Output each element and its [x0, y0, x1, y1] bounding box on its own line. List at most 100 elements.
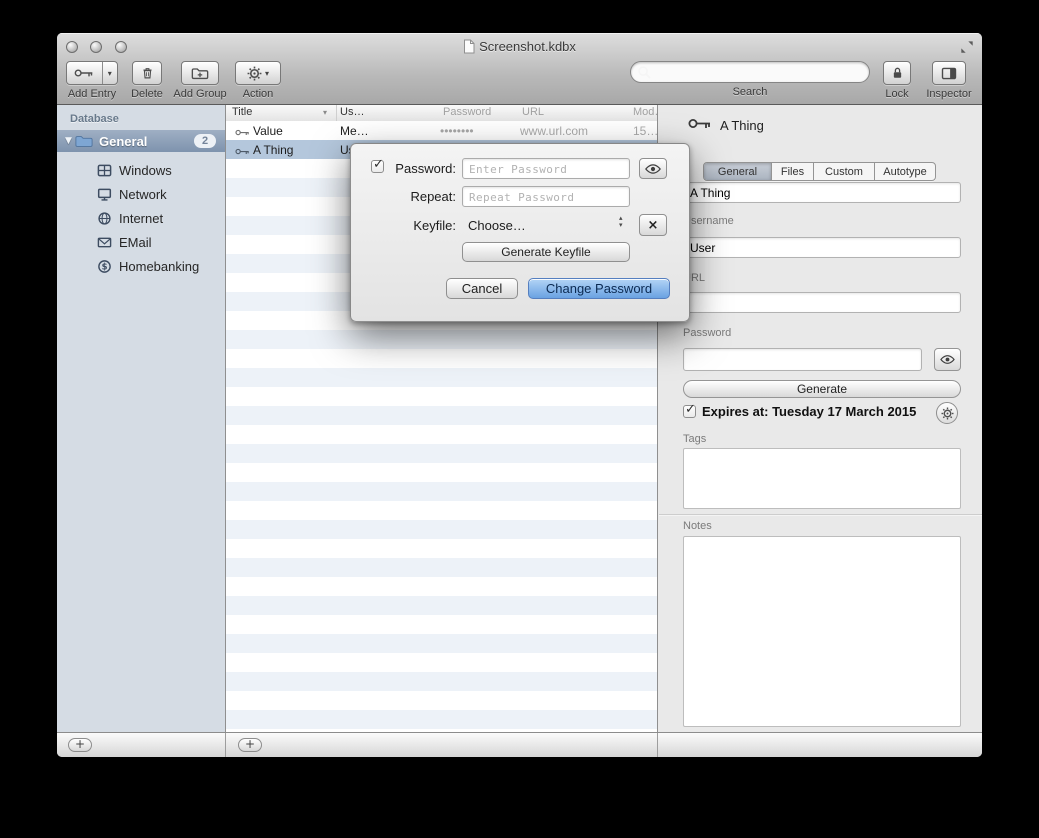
sidebar-item-network[interactable]: Network [57, 182, 225, 206]
inspector-tabs: General Files Custom Autotype [703, 162, 936, 181]
add-entry-button[interactable]: ▾ [66, 61, 118, 85]
entry-list-header: Title ▾ Us… Password URL Mod… [226, 105, 657, 122]
add-group-button[interactable] [181, 61, 219, 85]
add-entry-group: ▾ Add Entry [64, 61, 120, 100]
table-row[interactable]: Value Me… •••••••• www.url.com 15… [226, 121, 657, 140]
entry-modified: 15… [633, 124, 658, 138]
sidebar-item-email[interactable]: EMail [57, 230, 225, 254]
stepper-arrows-icon[interactable]: ▴▾ [619, 215, 623, 229]
lock-group: Lock [879, 61, 915, 100]
dialog-reveal-password-button[interactable] [639, 158, 667, 179]
sidebar-item-label: Windows [119, 163, 172, 178]
sidebar-section-header: Database [70, 113, 119, 125]
tab-autotype[interactable]: Autotype [875, 163, 935, 180]
checkbox-check-icon: ✓ [373, 157, 384, 172]
add-group-bottom-button[interactable]: + [68, 738, 92, 752]
bottom-bar: + + [57, 732, 982, 757]
inspector-label: Inspector [926, 88, 971, 100]
sidebar-group-label: General [99, 134, 147, 149]
expires-settings-button[interactable] [936, 402, 958, 424]
gear-icon [941, 407, 954, 420]
key-icon [235, 145, 250, 159]
dialog-repeat-label: Repeat: [384, 189, 456, 204]
svg-text:$: $ [102, 261, 108, 271]
column-header-title[interactable]: Title [232, 106, 252, 118]
sidebar-item-windows[interactable]: Windows [57, 158, 225, 182]
inspector-divider [659, 514, 982, 515]
title-field[interactable] [683, 182, 961, 203]
fullscreen-arrows-icon[interactable] [960, 40, 974, 54]
sidebar-item-internet[interactable]: Internet [57, 206, 225, 230]
entry-url: www.url.com [520, 124, 588, 138]
url-field[interactable] [683, 292, 961, 313]
tab-general[interactable]: General [704, 163, 772, 180]
add-entry-label: Add Entry [68, 88, 116, 100]
notes-field[interactable] [683, 536, 961, 727]
inspector-entry-title: A Thing [720, 118, 764, 133]
action-label: Action [243, 88, 274, 100]
trash-icon [141, 66, 154, 80]
checkbox-check-icon: ✓ [685, 402, 696, 417]
tab-files[interactable]: Files [772, 163, 814, 180]
search-input[interactable] [630, 61, 870, 83]
add-entry-bottom-button[interactable]: + [238, 738, 262, 752]
sidebar-item-homebanking[interactable]: $ Homebanking [57, 254, 225, 278]
password-label: Password [683, 327, 731, 339]
sort-arrow-icon: ▾ [323, 108, 327, 117]
column-header-password[interactable]: Password [443, 106, 491, 118]
generate-password-button[interactable]: Generate [683, 380, 961, 398]
tags-field[interactable] [683, 448, 961, 509]
sidebar-item-label: Homebanking [119, 259, 199, 274]
folder-icon [75, 135, 93, 148]
eye-icon [939, 354, 956, 365]
sidebar-group-general[interactable]: ▼ General 2 [57, 130, 225, 152]
change-password-dialog: ✓ Password: Repeat: Keyfile: Choose… ▴▾ … [350, 143, 690, 322]
add-group-label: Add Group [173, 88, 226, 100]
window-title-row: Screenshot.kdbx [57, 39, 982, 54]
windows-icon [97, 163, 112, 178]
expires-checkbox[interactable]: ✓ [683, 405, 696, 418]
repeat-password-input[interactable] [462, 186, 630, 207]
disclosure-triangle-icon[interactable]: ▼ [65, 136, 75, 146]
generate-keyfile-button[interactable]: Generate Keyfile [462, 242, 630, 262]
inspector-group: Inspector [921, 61, 977, 100]
clear-x-icon: × [648, 218, 659, 233]
inspector-panel-icon [941, 67, 957, 80]
username-label: Username [683, 215, 734, 227]
eye-icon [644, 163, 662, 175]
add-group-group: Add Group [174, 61, 226, 100]
entry-password-masked: •••••••• [440, 124, 474, 138]
entry-title: Value [253, 124, 283, 138]
action-button[interactable]: ▾ [235, 61, 281, 85]
dialog-keyfile-label: Keyfile: [384, 218, 456, 233]
chevron-down-icon: ▾ [265, 69, 269, 78]
username-field[interactable] [683, 237, 961, 258]
delete-button[interactable] [132, 61, 162, 85]
chevron-down-icon[interactable]: ▾ [103, 62, 117, 84]
clear-keyfile-button[interactable]: × [639, 214, 667, 236]
notes-label: Notes [683, 520, 712, 532]
reveal-password-button[interactable] [934, 348, 961, 371]
tab-custom[interactable]: Custom [814, 163, 875, 180]
key-icon [688, 117, 712, 130]
inspector-toggle-button[interactable] [932, 61, 966, 85]
change-password-button[interactable]: Change Password [528, 278, 670, 299]
monitor-icon [97, 187, 112, 202]
lock-button[interactable] [883, 61, 911, 85]
password-field[interactable] [683, 348, 922, 371]
globe-icon [97, 211, 112, 226]
window-title: Screenshot.kdbx [479, 39, 576, 54]
entry-username: Me… [340, 124, 369, 138]
keyfile-popup[interactable]: Choose… [468, 218, 526, 233]
delete-group: Delete [125, 61, 169, 100]
envelope-icon [97, 235, 112, 250]
new-password-input[interactable] [462, 158, 630, 179]
password-enable-checkbox[interactable]: ✓ [371, 160, 384, 173]
column-header-username[interactable]: Us… [340, 106, 364, 118]
sidebar-item-label: Internet [119, 211, 163, 226]
cancel-button[interactable]: Cancel [446, 278, 518, 299]
column-header-url[interactable]: URL [522, 106, 544, 118]
group-count-badge: 2 [194, 134, 216, 148]
dialog-password-label: Password: [384, 161, 456, 176]
expires-label: Expires at: Tuesday 17 March 2015 [702, 404, 916, 419]
